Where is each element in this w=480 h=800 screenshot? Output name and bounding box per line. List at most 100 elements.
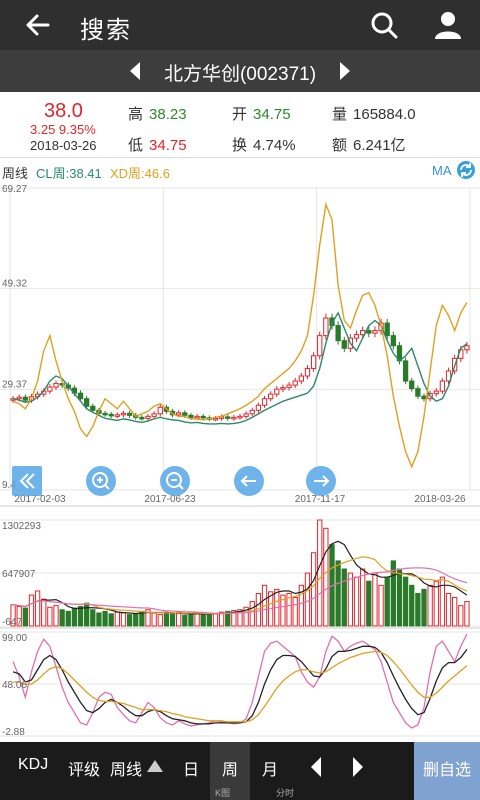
volume-bar [163,612,170,627]
open-label: 开 [232,106,248,123]
back-arrow-icon[interactable] [18,8,58,42]
candle [409,380,415,390]
volume-bar [188,613,194,627]
price-change: 3.25 9.35% [30,122,96,137]
candle [261,398,268,406]
volume-bar [176,611,182,627]
candle [390,335,396,347]
volume-bar [102,610,108,627]
volume-label: 量 [332,106,348,123]
triangle-up-icon[interactable] [146,758,164,774]
volume-bar [421,588,427,627]
volume-bar [169,613,176,627]
volume-bar [384,576,390,627]
oscillator-axis-label: 99.00 [2,633,27,644]
candle [439,380,446,392]
candle [323,317,329,337]
high-field: 高 38.23 [128,103,187,124]
volume-bar [396,568,403,627]
volume-bar [90,609,96,627]
zoom-out-button[interactable] [160,466,190,496]
kline-chart[interactable]: 69.2749.3229.379.42017-02-03 2017-06-23 20… [0,180,480,742]
x-axis-label: 2018-03-26 [414,494,466,505]
volume-bar [200,614,206,627]
candle [182,412,188,416]
ma-toggle[interactable]: MA [432,163,452,178]
volume-bar [218,611,225,627]
candle [84,398,90,407]
candle [22,396,28,401]
previous-period-icon[interactable] [306,754,326,780]
remove-watchlist-button[interactable]: 删自选 [414,742,480,800]
candle [151,413,157,417]
candle [249,409,255,415]
tab-week[interactable]: 周 [222,756,238,780]
tab-rating[interactable]: 评级 [68,756,100,780]
volume-bar [317,519,323,627]
quote-date: 2018-03-26 [30,138,97,153]
volume-bar [28,594,35,627]
candle [464,345,470,351]
amount-value: 6.241亿 [353,137,406,154]
candle [310,355,317,369]
y-axis-label: 49.32 [2,279,27,290]
zoom-in-button[interactable] [86,466,116,496]
volume-bar [335,560,341,627]
tab-month[interactable]: 月 [262,756,278,780]
candle [114,414,120,417]
bottom-toolbar: KDJ 评级 周线 日 周 K图 月 分时 删自选 [0,742,480,800]
next-stock-icon[interactable] [334,58,356,84]
scroll-left-button[interactable] [234,466,264,496]
oscillator-axis-label: -2.88 [2,727,25,738]
volume-bar [126,614,133,627]
candle [47,386,53,392]
candle [280,387,286,390]
chart-area[interactable]: 69.27 49.32 29.37 9.4 2017-02-03 2017-06-23 20… [0,180,480,742]
volume-bar [120,612,127,627]
candle [372,330,378,334]
candle [53,383,59,388]
collapse-left-button[interactable] [12,466,42,496]
volume-axis-label: 647907 [2,569,36,580]
candle [194,415,200,419]
volume-value: 165884.0 [353,106,416,123]
high-value: 38.23 [149,106,187,123]
volume-bar [353,576,360,627]
candle [268,393,274,400]
volume-bar [402,576,409,627]
next-period-icon[interactable] [348,754,368,780]
candle [145,415,151,419]
volume-field: 量 165884.0 [332,103,416,124]
refresh-icon[interactable] [456,160,476,180]
candle [126,412,133,416]
last-price: 38.0 [44,100,83,122]
candle [102,412,108,416]
page-title: 搜索 [80,17,132,44]
scroll-right-button[interactable] [306,466,336,496]
candle [255,404,262,411]
indicator-line-xd [12,201,468,469]
candle [433,390,439,395]
candle [212,417,219,421]
volume-bar [41,598,47,627]
candle [335,325,341,342]
volume-bar [212,613,219,627]
y-axis-label: 29.37 [2,379,27,390]
zoom-in-icon [92,472,110,490]
oscillator-line [12,633,468,729]
tab-kdj[interactable]: KDJ [18,756,48,774]
candle [384,322,390,337]
turnover-field: 换 4.74% [232,134,296,155]
volume-bar [452,597,458,627]
volume-bar [292,597,298,627]
tab-day[interactable]: 日 [183,756,199,780]
volume-bar [409,584,415,627]
y-axis-label: 69.27 [2,184,27,195]
volume-axis-label: 1302293 [2,521,41,532]
candle [243,413,249,417]
tab-weekly[interactable]: 周线 [110,756,142,780]
candle [421,395,427,400]
search-icon[interactable] [366,8,402,42]
user-icon[interactable] [430,8,466,42]
candle [286,384,292,389]
